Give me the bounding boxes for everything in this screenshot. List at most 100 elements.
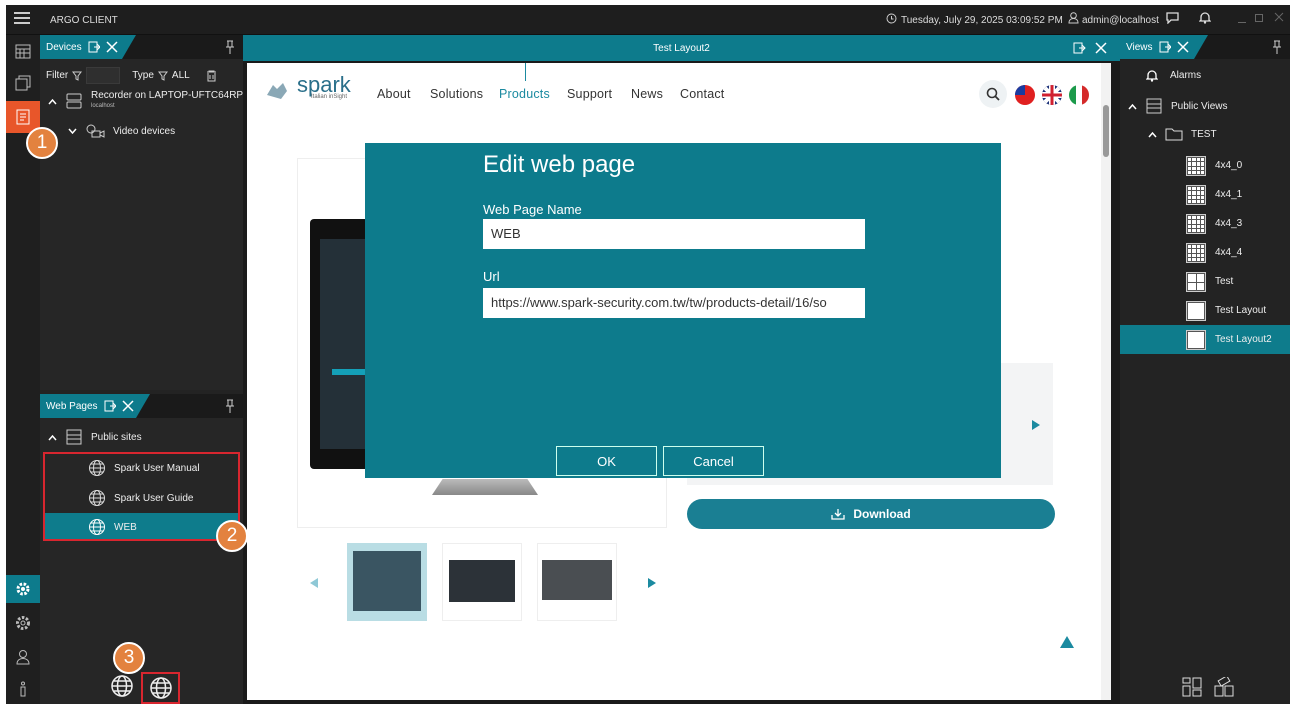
close-icon[interactable]	[1095, 42, 1107, 54]
maximize-icon[interactable]	[1255, 14, 1263, 22]
recorder-row[interactable]: Recorder on LAPTOP-UFTC64RP localhost	[48, 91, 243, 111]
layout-grid-icon	[1186, 243, 1206, 263]
type-value[interactable]: ALL	[172, 70, 190, 81]
flag-it-icon[interactable]	[1069, 85, 1089, 105]
edit-webpage-button[interactable]	[141, 672, 180, 704]
chevron-up-icon[interactable]	[1128, 103, 1137, 110]
webpage-name-input[interactable]: WEB	[483, 219, 865, 249]
chevron-down-icon[interactable]	[68, 128, 77, 135]
nav-contact[interactable]: Contact	[680, 87, 724, 101]
prev-arrow-icon[interactable]	[309, 577, 319, 589]
nav-about[interactable]: About	[377, 87, 411, 101]
thumbnail-2[interactable]	[442, 543, 522, 621]
calendar-grid-icon[interactable]	[6, 37, 40, 65]
public-sites-row[interactable]: Public sites	[48, 428, 142, 446]
flag-tw-icon[interactable]	[1015, 85, 1035, 105]
pin-icon[interactable]	[225, 40, 235, 54]
tab-views[interactable]: Views	[1120, 35, 1208, 59]
clock-icon	[886, 13, 897, 24]
download-button[interactable]: Download	[687, 499, 1055, 529]
hamburger-menu-icon[interactable]	[14, 11, 30, 25]
nav-news[interactable]: News	[631, 87, 663, 101]
gear-icon[interactable]	[6, 609, 40, 637]
thumbnail-3[interactable]	[537, 543, 617, 621]
alarms-label: Alarms	[1170, 70, 1202, 81]
undock-icon[interactable]	[1159, 41, 1171, 53]
layout-grid-icon	[1186, 214, 1206, 234]
layout-grid-icon	[1186, 272, 1206, 292]
public-views-row[interactable]: Public Views	[1128, 97, 1228, 115]
web-page-view[interactable]: spark Italian inSight About Solutions Pr…	[247, 63, 1111, 700]
scrollbar-thumb[interactable]	[1103, 105, 1109, 157]
tab-web-pages[interactable]: Web Pages	[40, 394, 150, 418]
video-devices-row[interactable]: Video devices	[68, 123, 175, 139]
layout-item[interactable]: Test Layout	[1120, 296, 1290, 325]
undock-icon[interactable]	[1073, 42, 1086, 54]
minimize-icon[interactable]	[1238, 13, 1246, 23]
devices-panel: Devices Filter Type ALL Recorder on LAPT…	[40, 35, 243, 390]
flag-uk-icon[interactable]	[1042, 85, 1062, 105]
add-layout-icon[interactable]	[1182, 677, 1202, 697]
type-label: Type	[132, 70, 154, 81]
thumbnail-1[interactable]	[347, 543, 427, 621]
layout-item[interactable]: 4x4_3	[1120, 209, 1290, 238]
monitor-screen	[320, 239, 370, 449]
chevron-up-icon[interactable]	[48, 98, 57, 105]
edit-layout-icon[interactable]	[1214, 677, 1234, 697]
url-input[interactable]: https://www.spark-security.com.tw/tw/pro…	[483, 288, 865, 318]
user-name[interactable]: admin@localhost	[1082, 15, 1159, 26]
close-icon[interactable]	[106, 41, 118, 53]
scrollbar[interactable]	[1101, 63, 1111, 700]
scroll-top-icon[interactable]	[1059, 635, 1075, 649]
chevron-up-icon[interactable]	[1148, 131, 1157, 138]
close-icon[interactable]	[121, 400, 134, 412]
layout-grid-icon	[1186, 185, 1206, 205]
tab-devices[interactable]: Devices	[40, 35, 136, 59]
alarms-row[interactable]: Alarms	[1146, 69, 1201, 82]
layout-item[interactable]: 4x4_1	[1120, 180, 1290, 209]
layout-item[interactable]: 4x4_4	[1120, 238, 1290, 267]
pin-icon[interactable]	[225, 399, 235, 413]
chevron-up-icon[interactable]	[48, 434, 57, 441]
layout-label: Test Layout	[1215, 305, 1267, 316]
download-label: Download	[853, 507, 911, 521]
user-profile-icon[interactable]	[6, 643, 40, 671]
spark-logo[interactable]: spark Italian inSight	[263, 74, 351, 103]
undock-icon[interactable]	[104, 400, 116, 412]
close-window-icon[interactable]	[1274, 11, 1284, 23]
nav-products[interactable]: Products	[499, 87, 550, 101]
trash-icon[interactable]	[206, 70, 217, 82]
info-icon[interactable]	[6, 675, 40, 703]
layout-label: 4x4_3	[1215, 218, 1243, 229]
bell-icon[interactable]	[1198, 11, 1212, 24]
next-arrow-icon[interactable]	[647, 577, 657, 589]
chat-icon[interactable]	[1166, 12, 1179, 25]
play-arrow-icon[interactable]	[1031, 419, 1041, 431]
annotation-badge-2: 2	[216, 520, 248, 552]
type-filter-icon[interactable]	[157, 71, 168, 81]
edit-webpage-dialog: Edit web page Web Page Name WEB Url http…	[365, 143, 1001, 478]
close-icon[interactable]	[1176, 41, 1189, 53]
site-search-button[interactable]	[979, 80, 1007, 108]
highlight-box	[43, 452, 240, 541]
settings-active-icon[interactable]	[6, 575, 40, 603]
layout-item[interactable]: Test	[1120, 267, 1290, 296]
layout-item[interactable]: 4x4_0	[1120, 151, 1290, 180]
layout-item[interactable]: Test Layout2	[1120, 325, 1290, 354]
globe-button[interactable]	[110, 674, 134, 698]
layout-grid-icon	[1186, 330, 1206, 350]
tab-web-pages-label: Web Pages	[46, 400, 98, 412]
ok-button[interactable]: OK	[556, 446, 657, 476]
download-icon	[831, 509, 845, 520]
undock-icon[interactable]	[88, 41, 100, 53]
layout-grid-icon	[1186, 156, 1206, 176]
filter-input[interactable]	[86, 67, 121, 84]
nav-solutions[interactable]: Solutions	[430, 87, 483, 101]
pin-icon[interactable]	[1272, 40, 1282, 54]
annotation-badge-3: 3	[113, 642, 145, 674]
layers-icon[interactable]	[6, 69, 40, 97]
cancel-button[interactable]: Cancel	[663, 446, 764, 476]
filter-icon[interactable]	[72, 71, 83, 81]
nav-support[interactable]: Support	[567, 87, 612, 101]
folder-row[interactable]: TEST	[1148, 127, 1217, 141]
